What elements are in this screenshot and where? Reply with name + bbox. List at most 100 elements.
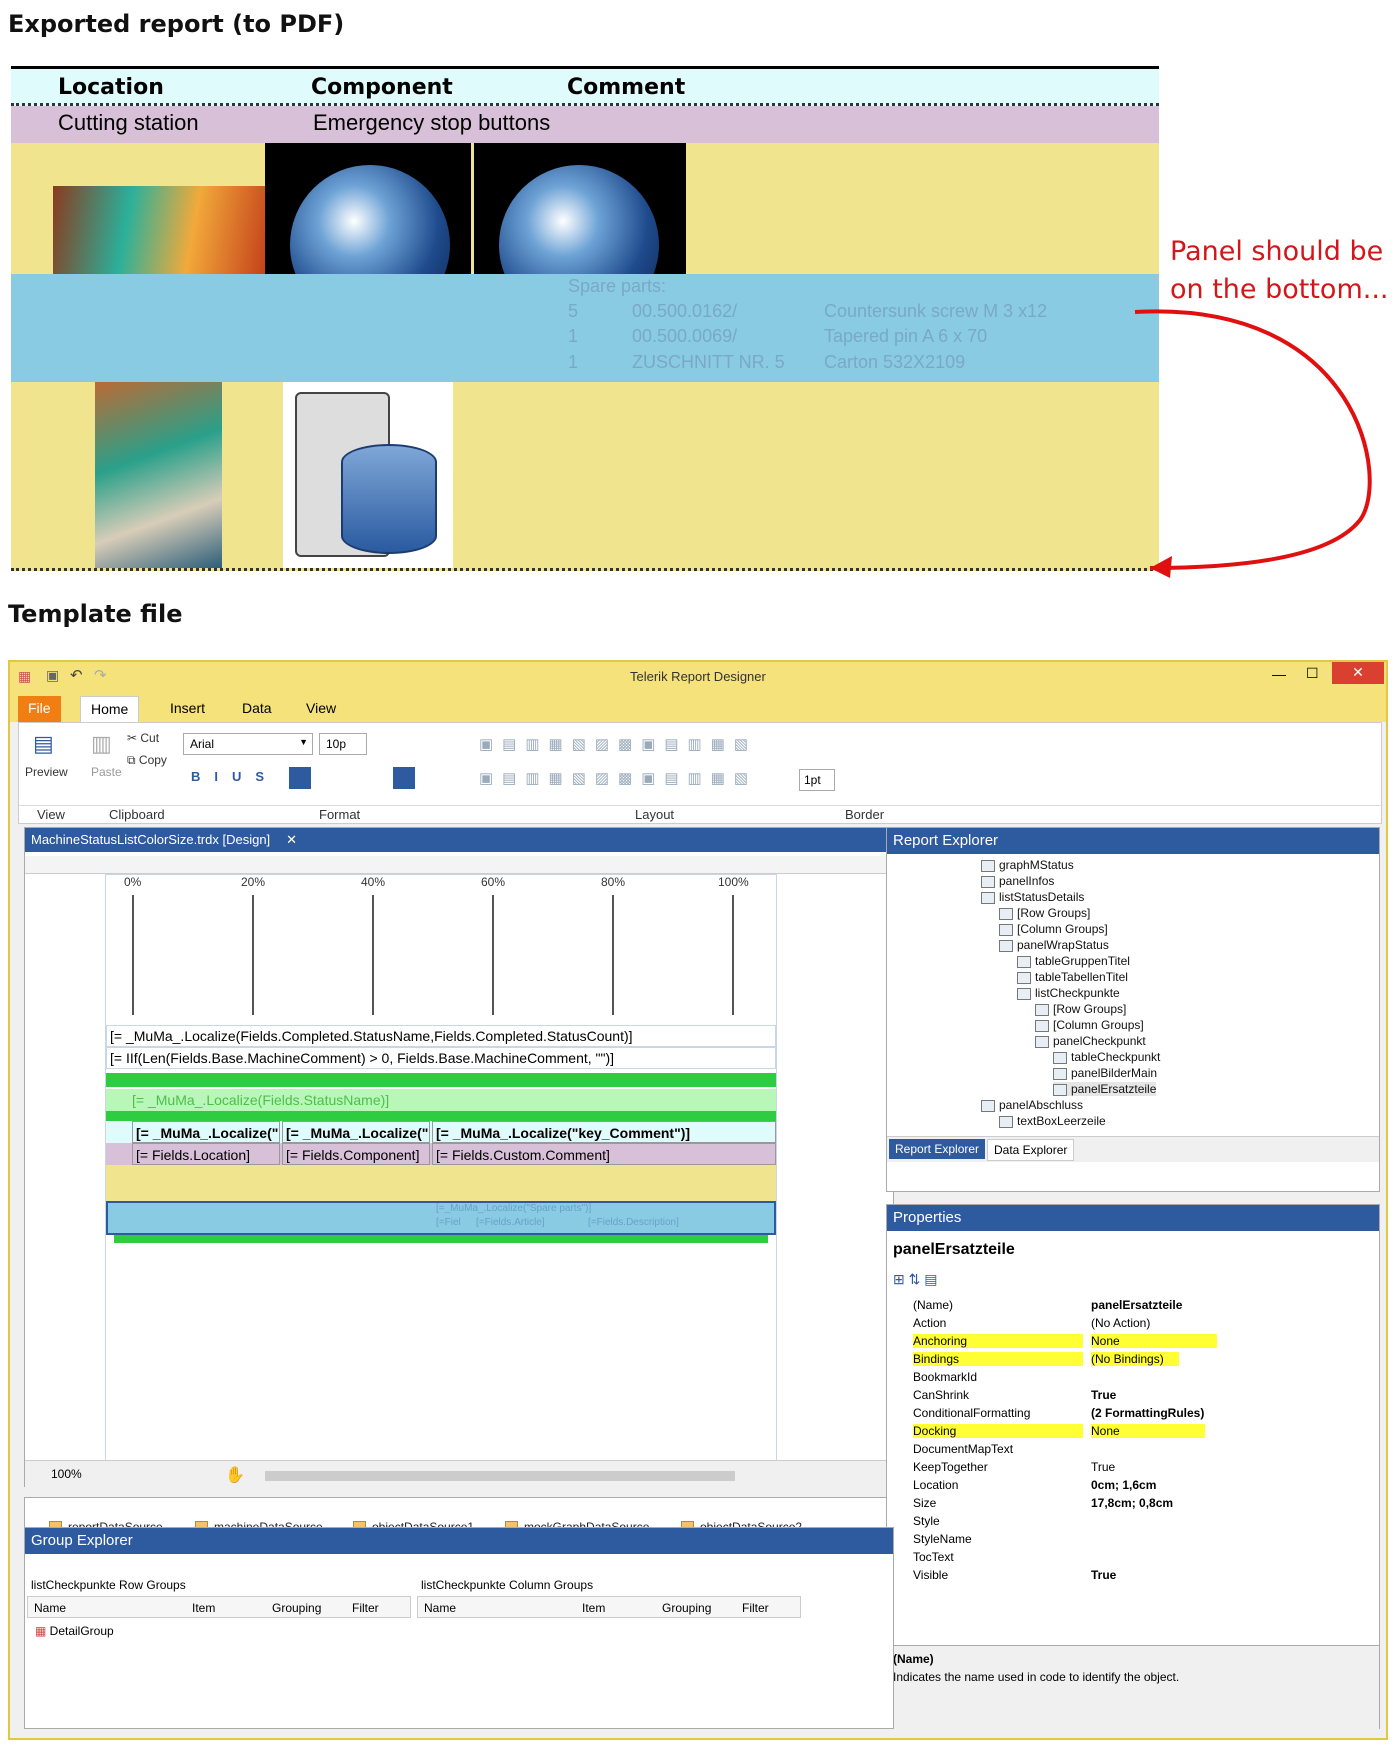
tree-label: [Row Groups] [1053, 1002, 1127, 1016]
redo-icon[interactable]: ↷ [94, 666, 107, 684]
align-left-button[interactable] [289, 767, 311, 789]
header-comment: Comment [567, 75, 686, 100]
tab-file[interactable]: File [18, 696, 61, 722]
close-button[interactable]: ✕ [1332, 662, 1384, 684]
prop-row-anchoring[interactable]: Anchoring None [895, 1331, 1373, 1351]
fiel-field[interactable]: [=Fiel [436, 1217, 461, 1228]
prop-row[interactable]: (Name) panelErsatzteile [895, 1295, 1373, 1315]
tree-tablecheckpunkt[interactable]: tableCheckpunkt [1053, 1050, 1160, 1064]
pct-100: 100% [718, 875, 749, 889]
tree-rowgroups-1[interactable]: [Row Groups] [999, 906, 1090, 920]
tab-view[interactable]: View [296, 696, 346, 722]
tree-graphmstatus[interactable]: graphMStatus [981, 858, 1074, 872]
tree-panelinfos[interactable]: panelInfos [981, 874, 1054, 888]
group-explorer: Group Explorer listCheckpunkte Row Group… [24, 1527, 894, 1729]
sort-icon[interactable]: ⊞ ⇅ ▤ [893, 1271, 937, 1288]
maximize-button[interactable]: ☐ [1306, 665, 1319, 682]
row-location: Cutting station [58, 110, 199, 135]
col-groups-label: listCheckpunkte Column Groups [421, 1578, 594, 1592]
spare-article-2: 00.500.0069/ [632, 326, 738, 346]
prop-row[interactable]: KeepTogether True [895, 1457, 1373, 1477]
prop-row[interactable]: DocumentMapText [895, 1439, 1373, 1459]
tab-insert[interactable]: Insert [160, 696, 215, 722]
copy-button[interactable]: ⧉ Copy [127, 753, 167, 768]
tree-rowgroups-2[interactable]: [Row Groups] [1035, 1002, 1126, 1016]
tab-report-explorer[interactable]: Report Explorer [889, 1139, 986, 1159]
panel-bilder-main[interactable] [106, 1165, 776, 1201]
h-scrollbar[interactable] [265, 1471, 735, 1481]
zoom-value[interactable]: 100% [51, 1467, 82, 1481]
tree-panelcheckpunkt[interactable]: panelCheckpunkt [1035, 1034, 1146, 1048]
tree-colgroups-2[interactable]: [Column Groups] [1035, 1018, 1144, 1032]
prop-row[interactable]: Style [895, 1511, 1373, 1531]
font-select[interactable]: Arial ▼ [183, 733, 313, 755]
tree-panelersatzteile[interactable]: panelErsatzteile [1053, 1082, 1157, 1096]
layout-tools-2[interactable]: ▣▤▥▦▧▨▩▣▤▥▦▧ [479, 769, 757, 787]
tab-home[interactable]: Home [80, 696, 140, 722]
tree-label: [Column Groups] [1017, 922, 1108, 936]
aurora-image-2 [95, 382, 222, 568]
save-icon[interactable]: ▣ [46, 667, 59, 684]
report-explorer-title: Report Explorer [893, 832, 999, 849]
tree-panelbildermain[interactable]: panelBilderMain [1053, 1066, 1157, 1080]
tree-tabletabellentitel[interactable]: tableTabellenTitel [1017, 970, 1128, 984]
prop-row[interactable]: ConditionalFormatting (2 FormattingRules) [895, 1403, 1373, 1423]
detail-cell-3[interactable]: [= Fields.Custom.Comment] [432, 1143, 776, 1165]
prop-row[interactable]: Action (No Action) [895, 1313, 1373, 1333]
align-top-button[interactable] [393, 767, 415, 789]
tree-listcheckpunkte[interactable]: listCheckpunkte [1017, 986, 1120, 1000]
undo-icon[interactable]: ↶ [70, 666, 83, 684]
header-cell-3[interactable]: [= _MuMa_.Localize("key_Comment")] [432, 1121, 776, 1143]
prop-row[interactable]: CanShrink True [895, 1385, 1373, 1405]
pct-20: 20% [241, 875, 266, 889]
paste-button[interactable]: Paste [91, 765, 122, 779]
tab-data-explorer[interactable]: Data Explorer [987, 1139, 1075, 1161]
prop-row-bindings[interactable]: Bindings (No Bindings) [895, 1349, 1373, 1369]
tree-liststatusdetails[interactable]: listStatusDetails [981, 890, 1084, 904]
prop-row[interactable]: StyleName [895, 1529, 1373, 1549]
border-size-select[interactable]: 1pt [799, 769, 835, 791]
prop-row[interactable]: Size 17,8cm; 0,8cm [895, 1493, 1373, 1513]
header-cell-2[interactable]: [= _MuMa_.Localize("k [282, 1121, 430, 1143]
row-groups-label: listCheckpunkte Row Groups [31, 1578, 186, 1592]
detail-cell-1[interactable]: [= Fields.Location] [132, 1143, 280, 1165]
status-field[interactable]: [= _MuMa_.Localize(Fields.Completed.Stat… [106, 1025, 776, 1047]
cut-button[interactable]: ✂ Cut [127, 731, 159, 745]
detail-group[interactable]: ▦ DetailGroup [35, 1624, 114, 1638]
prop-row[interactable]: BookmarkId [895, 1367, 1373, 1387]
pct-40: 40% [361, 875, 386, 889]
close-icon[interactable]: ✕ [286, 832, 297, 847]
format-buttons[interactable]: BIUS [191, 769, 278, 784]
doc-tab[interactable]: MachineStatusListColorSize.trdx [Design]… [25, 828, 893, 852]
tree-tablegruppentitel[interactable]: tableGruppenTitel [1017, 954, 1130, 968]
statusname-field[interactable]: [= _MuMa_.Localize(Fields.StatusName)] [106, 1089, 776, 1111]
preview-button[interactable]: Preview [25, 765, 68, 779]
prop-row-docking[interactable]: Docking None [895, 1421, 1373, 1441]
selected-object-name: panelErsatzteile [893, 1241, 1015, 1258]
font-size-select[interactable]: 10p [319, 733, 367, 755]
layout-tools[interactable]: ▣▤▥▦▧▨▩▣▤▥▦▧ [479, 735, 757, 753]
detail-cell-2[interactable]: [= Fields.Component] [282, 1143, 430, 1165]
panel-ersatzteile[interactable]: [=_MuMa_.Localize("Spare parts")] [=Fiel… [106, 1201, 776, 1235]
hand-icon[interactable]: ✋ [225, 1465, 245, 1485]
tree-panelabschluss[interactable]: panelAbschluss [981, 1098, 1083, 1112]
prop-row[interactable]: Location 0cm; 1,6cm [895, 1475, 1373, 1495]
tab-data[interactable]: Data [232, 696, 282, 722]
article-field[interactable]: [=Fields.Article] [476, 1217, 545, 1228]
prop-row[interactable]: TocText [895, 1547, 1373, 1567]
group-border: Border [845, 807, 885, 822]
comment-field[interactable]: [= IIf(Len(Fields.Base.MachineComment) >… [106, 1047, 776, 1069]
col-name: Name [34, 1601, 67, 1615]
tree-label: panelAbschluss [999, 1098, 1084, 1112]
spare-field[interactable]: [=_MuMa_.Localize("Spare parts")] [436, 1203, 591, 1214]
report-row: Cutting station Emergency stop buttons [11, 106, 1159, 143]
description-field[interactable]: [=Fields.Description] [588, 1217, 679, 1228]
prop-row[interactable]: Visible True [895, 1565, 1373, 1585]
tree-textboxleerzeile[interactable]: textBoxLeerzeile [999, 1114, 1106, 1128]
tree-colgroups-1[interactable]: [Column Groups] [999, 922, 1108, 936]
header-cell-1[interactable]: [= _MuMa_.Localize("k [132, 1121, 280, 1143]
tree-panelwrapstatus[interactable]: panelWrapStatus [999, 938, 1109, 952]
window-title: Telerik Report Designer [630, 669, 766, 684]
tree-label: panelInfos [999, 874, 1055, 888]
minimize-button[interactable]: — [1272, 666, 1286, 682]
